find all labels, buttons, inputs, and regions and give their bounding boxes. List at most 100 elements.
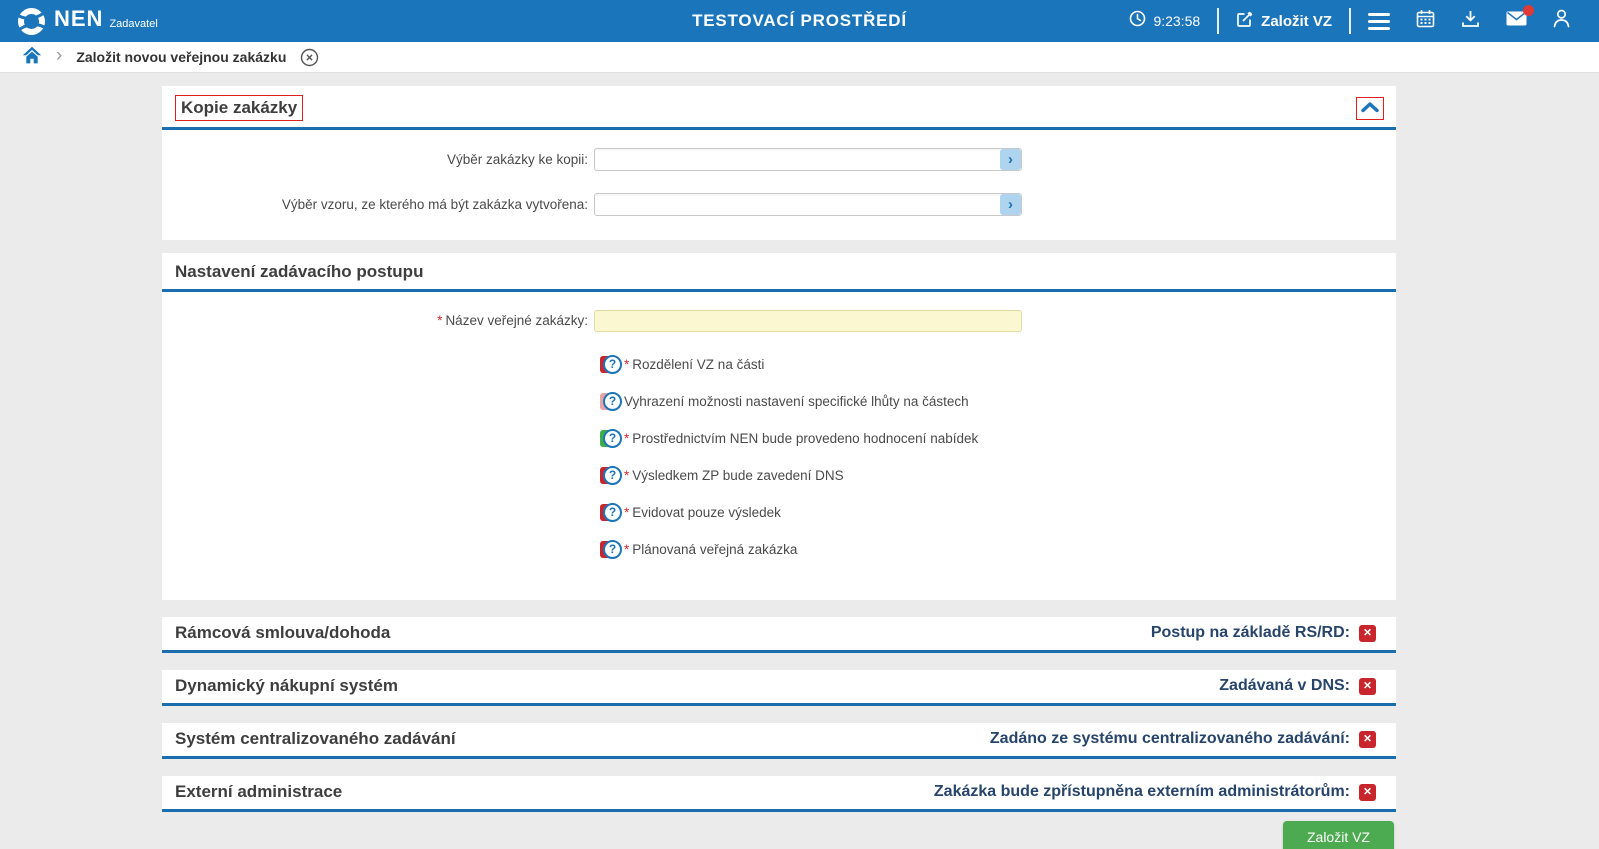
section-settings-body: *Název veřejné zakázky: ✕ *Rozdělení VZ … xyxy=(162,292,1396,600)
checkbox-row: ✕ *Výsledkem ZP bude zavedení DNS ? xyxy=(162,465,1396,487)
checkbox-label: *Plánovaná veřejná zakázka xyxy=(624,542,797,557)
template-picker-button[interactable]: › xyxy=(1000,194,1021,215)
chevron-right-icon: › xyxy=(1008,151,1013,168)
vz-name-input[interactable] xyxy=(594,310,1022,332)
section-right-label: Zadávaná v DNS: xyxy=(1219,677,1350,695)
section-external-administration[interactable]: Externí administrace Zakázka bude zpříst… xyxy=(162,776,1396,812)
section-copy-header: Kopie zakázky xyxy=(162,86,1396,130)
form-row: *Název veřejné zakázky: xyxy=(162,310,1396,332)
required-marker: * xyxy=(624,542,629,557)
copy-order-lookup: › xyxy=(594,148,1022,171)
help-icon[interactable]: ? xyxy=(603,355,622,374)
footer-action-bar: Založit VZ xyxy=(162,812,1396,849)
section-framework-agreement[interactable]: Rámcová smlouva/dohoda Postup na základě… xyxy=(162,617,1396,653)
section-right-label: Zakázka bude zpřístupněna externím admin… xyxy=(934,783,1350,801)
checkbox-label: *Rozdělení VZ na části xyxy=(624,357,764,372)
help-icon[interactable]: ? xyxy=(603,466,622,485)
section-centralized-procurement[interactable]: Systém centralizovaného zadávání Zadáno … xyxy=(162,723,1396,759)
calendar-button[interactable] xyxy=(1403,9,1448,33)
checkbox-unchecked-icon[interactable]: ✕ xyxy=(1359,784,1376,801)
submit-vz-button[interactable]: Založit VZ xyxy=(1283,821,1394,849)
help-icon[interactable]: ? xyxy=(603,540,622,559)
help-icon[interactable]: ? xyxy=(603,503,622,522)
unread-badge xyxy=(1523,5,1534,16)
clock-icon xyxy=(1129,10,1146,32)
template-lookup: › xyxy=(594,193,1022,216)
section-title: Systém centralizovaného zadávání xyxy=(175,729,456,749)
logo-text: NEN xyxy=(54,8,103,30)
copy-order-picker-button[interactable]: › xyxy=(1000,149,1021,170)
main-content: Kopie zakázky Výběr zakázky ke kopii: › … xyxy=(162,86,1396,849)
close-tab-icon[interactable] xyxy=(300,48,319,67)
help-icon[interactable]: ? xyxy=(603,429,622,448)
app-header: NEN Zadavatel TESTOVACÍ PROSTŘEDÍ 9:23:5… xyxy=(0,0,1599,42)
header-divider xyxy=(1349,8,1351,34)
calendar-icon xyxy=(1416,9,1435,33)
section-copy-body: Výběr zakázky ke kopii: › Výběr vzoru, z… xyxy=(162,130,1396,240)
nen-logo[interactable]: NEN Zadavatel xyxy=(16,1,158,42)
checkbox-unchecked-icon[interactable]: ✕ xyxy=(1359,731,1376,748)
section-title: Externí administrace xyxy=(175,782,342,802)
form-row: Výběr vzoru, ze kterého má být zakázka v… xyxy=(162,193,1396,216)
form-row: Výběr zakázky ke kopii: › xyxy=(162,148,1396,171)
breadcrumb: › Založit novou veřejnou zakázku xyxy=(0,42,1599,73)
copy-order-input[interactable] xyxy=(594,148,1022,171)
checkbox-unchecked-icon[interactable]: ✕ xyxy=(1359,625,1376,642)
chevron-up-icon xyxy=(1360,100,1380,117)
header-divider xyxy=(1217,8,1219,34)
section-copy-order: Kopie zakázky Výběr zakázky ke kopii: › … xyxy=(162,86,1396,240)
checkbox-label: Vyhrazení možnosti nastavení specifické … xyxy=(624,394,969,409)
section-right-label: Zadáno ze systému centralizovaného zadáv… xyxy=(990,730,1350,748)
checkbox-unchecked-icon[interactable]: ✕ xyxy=(1359,678,1376,695)
section-settings-title: Nastavení zadávacího postupu xyxy=(175,262,423,282)
nen-logo-icon xyxy=(16,6,47,42)
section-procedure-settings: Nastavení zadávacího postupu *Název veře… xyxy=(162,253,1396,599)
download-button[interactable] xyxy=(1448,10,1493,33)
checkbox-row: ✓ *Prostřednictvím NEN bude provedeno ho… xyxy=(162,428,1396,450)
breadcrumb-page-title: Založit novou veřejnou zakázku xyxy=(76,49,286,65)
section-toggle: Zadáno ze systému centralizovaného zadáv… xyxy=(990,730,1376,748)
checkbox-row: ✕ Vyhrazení možnosti nastavení specifick… xyxy=(162,391,1396,413)
chevron-right-icon: › xyxy=(1008,196,1013,213)
section-title: Rámcová smlouva/dohoda xyxy=(175,623,390,643)
user-icon xyxy=(1553,9,1570,33)
required-marker: * xyxy=(437,313,442,328)
create-vz-button[interactable]: Založit VZ xyxy=(1223,10,1345,33)
checkbox-label: *Výsledkem ZP bude zavedení DNS xyxy=(624,468,844,483)
logo-role-label: Zadavatel xyxy=(109,18,157,30)
download-icon xyxy=(1461,10,1480,33)
section-right-label: Postup na základě RS/RD: xyxy=(1151,624,1350,642)
collapse-section-button[interactable] xyxy=(1356,97,1384,120)
section-dynamic-purchasing[interactable]: Dynamický nákupní systém Zadávaná v DNS:… xyxy=(162,670,1396,706)
hamburger-icon xyxy=(1368,13,1390,30)
checkbox-row: ✕ *Plánovaná veřejná zakázka ? xyxy=(162,539,1396,561)
home-icon[interactable] xyxy=(22,46,42,69)
server-time: 9:23:58 xyxy=(1116,10,1213,32)
required-marker: * xyxy=(624,431,629,446)
help-icon[interactable]: ? xyxy=(603,392,622,411)
checkbox-label: *Prostřednictvím NEN bude provedeno hodn… xyxy=(624,431,978,446)
section-title: Dynamický nákupní systém xyxy=(175,676,398,696)
copy-order-label: Výběr zakázky ke kopii: xyxy=(162,152,594,167)
template-label: Výběr vzoru, ze kterého má být zakázka v… xyxy=(162,197,594,212)
breadcrumb-separator-icon: › xyxy=(56,46,62,65)
create-vz-label: Založit VZ xyxy=(1261,13,1332,30)
required-marker: * xyxy=(624,357,629,372)
mail-icon xyxy=(1506,11,1527,31)
section-settings-header: Nastavení zadávacího postupu xyxy=(162,253,1396,291)
header-toolbar: 9:23:58 Založit VZ xyxy=(1116,8,1583,34)
section-toggle: Zadávaná v DNS: ✕ xyxy=(1219,677,1376,695)
menu-button[interactable] xyxy=(1355,13,1403,30)
messages-button[interactable] xyxy=(1493,11,1540,31)
required-marker: * xyxy=(624,468,629,483)
time-value: 9:23:58 xyxy=(1153,13,1200,29)
user-profile-button[interactable] xyxy=(1540,9,1583,33)
vz-name-label: *Název veřejné zakázky: xyxy=(162,313,594,328)
section-toggle: Zakázka bude zpřístupněna externím admin… xyxy=(934,783,1376,801)
template-input[interactable] xyxy=(594,193,1022,216)
checkbox-row: ✕ *Rozdělení VZ na části ? xyxy=(162,354,1396,376)
section-toggle: Postup na základě RS/RD: ✕ xyxy=(1151,624,1376,642)
required-marker: * xyxy=(624,505,629,520)
section-copy-title: Kopie zakázky xyxy=(175,95,303,121)
checkbox-row: ✕ *Evidovat pouze výsledek ? xyxy=(162,502,1396,524)
